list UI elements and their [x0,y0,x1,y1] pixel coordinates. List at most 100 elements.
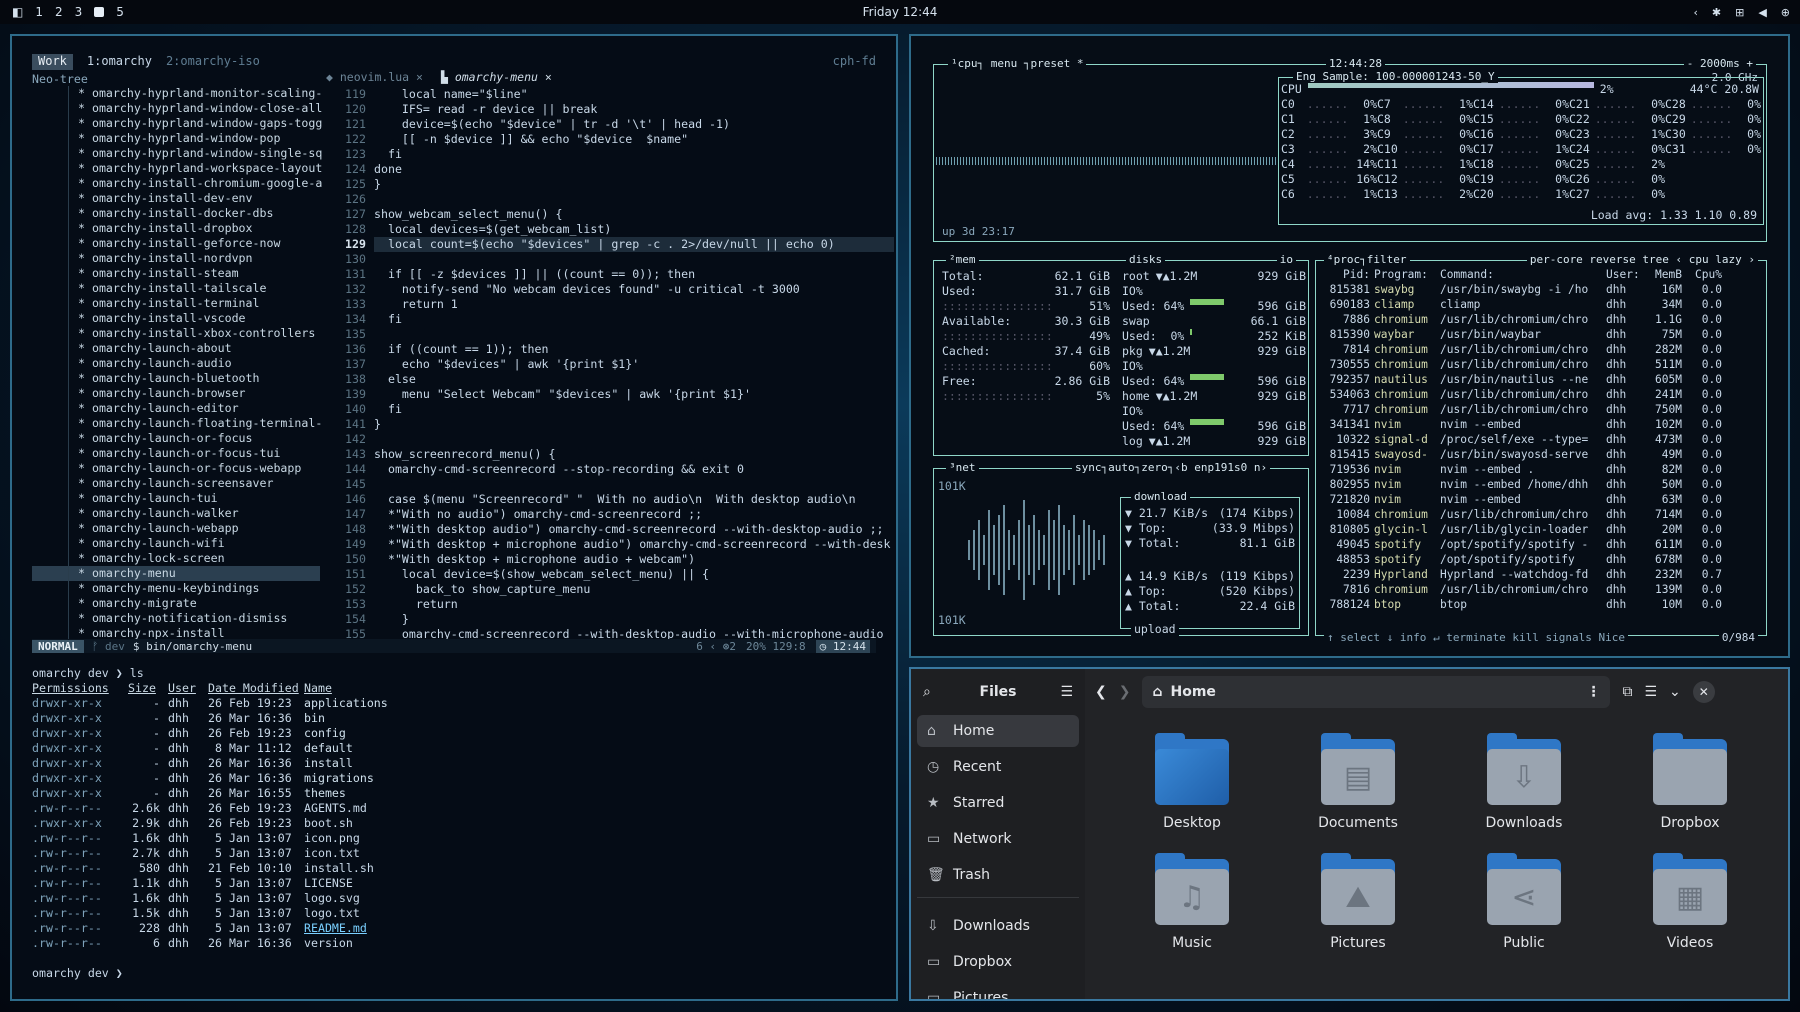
tree-item[interactable]: * omarchy-install-chromium-google-a [32,176,322,191]
list-view-icon[interactable]: ☰ [1644,684,1657,700]
tree-item[interactable]: * omarchy-install-steam [32,266,320,281]
tree-item[interactable]: * omarchy-launch-browser [32,386,320,401]
tree-item[interactable]: * omarchy-launch-editor [32,401,320,416]
location-menu-icon[interactable]: ⋮ [1586,684,1600,700]
proc-row[interactable]: 7814 chromium/usr/lib/chromium/chro dhh 282… [1320,342,1758,357]
proc-row[interactable]: 10322 signal-d/proc/self/exe --type= dhh 47… [1320,432,1758,447]
proc-row[interactable]: 815390 waybar/usr/bin/waybar dhh 75M 0.0 [1320,327,1758,342]
folder-pictures[interactable]: ⛰ Pictures [1275,853,1441,951]
tree-item[interactable]: * omarchy-launch-or-focus [32,431,320,446]
tree-item[interactable]: * omarchy-launch-or-focus-webapp [32,461,320,476]
btop-window[interactable]: ¹cpu┐ menu ┐preset * 12:44:28 - 2000ms +… [909,34,1790,658]
proc-row[interactable]: 534063 chromium/usr/lib/chromium/chro dhh 2… [1320,387,1758,402]
sidebar-item-pictures[interactable]: ▭ Pictures [917,982,1079,999]
proc-row[interactable]: 7886 chromium/usr/lib/chromium/chro dhh 1.1… [1320,312,1758,327]
tree-item[interactable]: * omarchy-launch-webapp [32,521,320,536]
neo-tree[interactable]: Neo-tree * omarchy-hyprland-monitor-scal… [32,72,322,641]
proc-row[interactable]: 788124 btop btop dhh 10M 0.0 [1320,597,1758,612]
proc-column-header[interactable]: User: [1602,267,1642,282]
menu-icon[interactable]: ☰ [1060,684,1073,700]
tree-item[interactable]: * omarchy-install-vscode [32,311,320,326]
workspace-1[interactable]: 1 [35,5,43,19]
buffer-tab[interactable]: ◆ neovim.lua × [326,70,423,86]
tree-item[interactable]: * omarchy-install-docker-dbs [32,206,320,221]
proc-row[interactable]: 721820 nvim nvim --embed dhh 63M 0.0 [1320,492,1758,507]
sidebar-item-home[interactable]: ⌂ Home [917,715,1079,747]
volume-icon[interactable]: ◀ [1758,6,1766,19]
proc-row[interactable]: 10084 chromium/usr/lib/chromium/chro dhh 71… [1320,507,1758,522]
proc-column-header[interactable]: Command: [1436,267,1602,282]
tree-item[interactable]: * omarchy-install-xbox-controllers [32,326,320,341]
proc-row[interactable]: 719536 nvim nvim --embed . dhh 82M 0.0 [1320,462,1758,477]
search-icon[interactable]: ⌕ [923,684,931,700]
sidebar-item-recent[interactable]: ◷ Recent [917,751,1079,783]
tree-item[interactable]: * omarchy-menu-keybindings [32,581,320,596]
sidebar-item-dropbox[interactable]: ▭ Dropbox [917,946,1079,978]
tree-item[interactable]: * omarchy-launch-screensaver [32,476,320,491]
tree-item[interactable]: * omarchy-launch-or-focus-tui [32,446,320,461]
io-toggle[interactable]: io [1276,253,1296,266]
chevron-left-icon[interactable]: ‹ [1693,6,1697,19]
tree-item[interactable]: * omarchy-hyprland-monitor-scaling- [32,86,322,101]
tree-item[interactable]: * omarchy-launch-audio [32,356,320,371]
tree-item[interactable]: * omarchy-install-dev-env [32,191,320,206]
proc-row[interactable]: 49045 spotify/opt/spotify/spotify - dhh 611… [1320,537,1758,552]
folder-videos[interactable]: ▦ Videos [1607,853,1773,951]
sidebar-item-network[interactable]: ▭ Network [917,823,1079,855]
buffer-tab-active[interactable]: ▙ omarchy-menu × [441,70,552,86]
forward-button[interactable]: ❯ [1119,684,1131,700]
tree-item[interactable]: * omarchy-migrate [32,596,320,611]
proc-column-header[interactable]: Program: [1370,267,1436,282]
back-button[interactable]: ❮ [1095,684,1107,700]
workspace-3[interactable]: 3 [75,5,83,19]
close-button[interactable]: ✕ [1692,681,1715,703]
proc-row[interactable]: 730555 chromium/usr/lib/chromium/chro dhh 5… [1320,357,1758,372]
proc-row[interactable]: 341341 nvim nvim --embed dhh 102M 0.0 [1320,417,1758,432]
tree-item[interactable]: * omarchy-hyprland-window-pop [32,131,320,146]
workspace-2[interactable]: 2 [55,5,63,19]
tree-item[interactable]: * omarchy-install-tailscale [32,281,320,296]
folder-downloads[interactable]: ⇩ Downloads [1441,733,1607,831]
update-interval[interactable]: - 2000ms + [1683,57,1756,70]
shell-output[interactable]: omarchy dev ❯ ls Permissions Size User Date … [32,666,876,981]
tree-item[interactable]: * omarchy-hyprland-window-gaps-togg [32,116,322,131]
network-icon[interactable]: ⊞ [1735,6,1744,19]
tree-item[interactable]: * omarchy-hyprland-window-close-all [32,101,322,116]
folder-desktop[interactable]: Desktop [1109,733,1275,831]
tree-item[interactable]: * omarchy-lock-screen [32,551,320,566]
layout-icon[interactable]: ◧ [12,5,23,19]
proc-column-header[interactable]: Cpu% [1682,267,1722,282]
view-icon[interactable]: ⧉ [1622,684,1632,700]
proc-row[interactable]: 7717 chromium/usr/lib/chromium/chro dhh 750… [1320,402,1758,417]
code-editor[interactable]: local name="$line" IFS= read -r device |… [374,87,894,642]
tree-item[interactable]: * omarchy-launch-bluetooth [32,371,320,386]
tree-item[interactable]: * omarchy-hyprland-window-single-sq [32,146,322,161]
tree-item[interactable]: * omarchy-notification-dismiss [32,611,320,626]
tab-omarchy-iso[interactable]: 2:omarchy-iso [166,54,260,70]
tree-item[interactable]: * omarchy-install-geforce-now [32,236,320,251]
folder-music[interactable]: ♫ Music [1109,853,1275,951]
sidebar-item-downloads[interactable]: ⇩ Downloads [917,910,1079,942]
proc-row[interactable]: 690183 cliamp cliamp dhh 34M 0.0 [1320,297,1758,312]
proc-row[interactable]: 7816 chromium/usr/lib/chromium/chro dhh 139… [1320,582,1758,597]
sidebar-item-starred[interactable]: ★ Starred [917,787,1079,819]
workspace-active-indicator[interactable] [94,7,105,17]
bluetooth-icon[interactable]: ✱ [1712,6,1721,19]
proc-footer[interactable]: ↑ select ↓ info ↵ terminate kill signals… [1324,631,1629,644]
chevron-down-icon[interactable]: ⌄ [1669,684,1681,700]
tab-work[interactable]: Work [32,54,73,70]
proc-row[interactable]: 810805 glycin-l/usr/lib/glycin-loader dhh 2… [1320,522,1758,537]
tree-item[interactable]: * omarchy-launch-wifi [32,536,320,551]
tree-item[interactable]: * omarchy-install-nordvpn [32,251,320,266]
proc-options[interactable]: per-core reverse tree ‹ cpu lazy › [1526,253,1758,266]
net-options[interactable]: sync┐auto┐zero┐‹b enp191s0 n› [1072,461,1271,474]
proc-column-header[interactable]: Pid: [1320,267,1370,282]
workspace-5[interactable]: 5 [116,5,124,19]
terminal-window[interactable]: Work 1:omarchy 2:omarchy-iso cph-fd Neo-… [10,34,898,1001]
sidebar-item-trash[interactable]: 🗑 Trash [917,859,1079,891]
location-bar[interactable]: ⌂ Home ⋮ [1142,676,1611,708]
proc-row[interactable]: 802955 nvim nvim --embed /home/dhh dhh 50M 0.… [1320,477,1758,492]
folder-public[interactable]: ⋖ Public [1441,853,1607,951]
tree-item[interactable]: * omarchy-launch-floating-terminal- [32,416,322,431]
tree-item[interactable]: * omarchy-launch-tui [32,491,320,506]
